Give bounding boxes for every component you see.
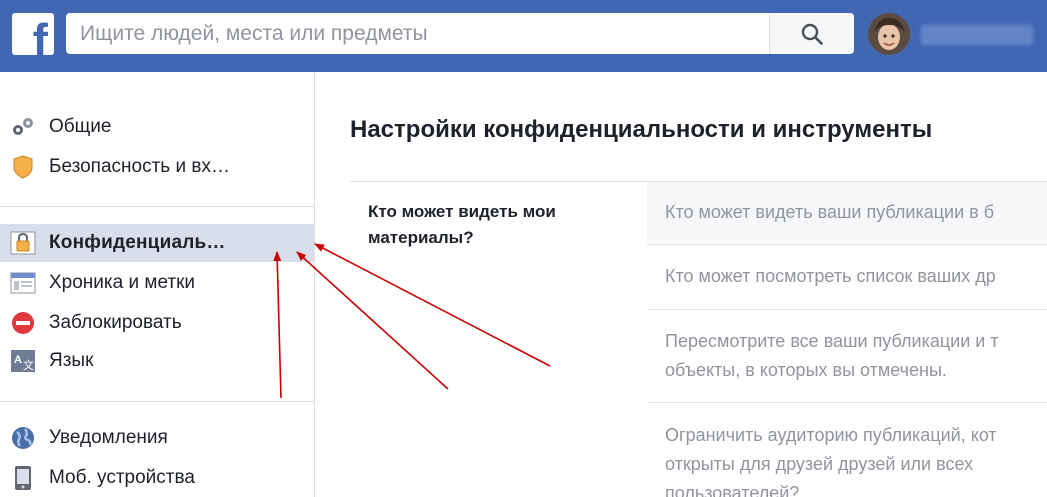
sidebar-item-blocking[interactable]: Заблокировать (0, 304, 314, 342)
sidebar-item-privacy[interactable]: Конфиденциаль… (0, 224, 314, 262)
phone-icon (10, 465, 36, 491)
timeline-icon (10, 270, 36, 296)
sidebar-item-mobile[interactable]: Моб. устройства (0, 459, 314, 497)
sidebar-item-security[interactable]: Безопасность и вх… (0, 148, 314, 186)
sidebar-item-label: Моб. устройства (49, 467, 195, 488)
lock-icon (10, 230, 36, 256)
gears-icon (10, 114, 36, 140)
search-icon (801, 23, 823, 45)
annotation-arrow (296, 251, 449, 390)
section-heading: Кто может видеть мои материалы? (368, 199, 598, 251)
section-heading-line: Кто может видеть мои (368, 202, 556, 221)
setting-row-text: открыты для друзей друзей или всех (665, 454, 974, 474)
sidebar-item-label: Язык (49, 350, 94, 371)
sidebar-item-label: Уведомления (49, 427, 168, 448)
profile-photo-icon (868, 13, 910, 55)
sidebar-item-notifications[interactable]: Уведомления (0, 419, 314, 457)
setting-row-review-posts[interactable]: Пересмотрите все ваши публикации и т объ… (647, 310, 1047, 402)
setting-row-text: объекты, в которых вы отмечены. (665, 360, 947, 380)
settings-sidebar: Общие Безопасность и вх… Конфиденциаль… (0, 72, 315, 497)
globe-icon (10, 425, 36, 451)
svg-text:A: A (14, 354, 22, 366)
username-redacted[interactable] (921, 25, 1033, 45)
sidebar-item-label: Заблокировать (49, 312, 182, 333)
sidebar-divider (0, 401, 314, 402)
sidebar-item-label: Безопасность и вх… (49, 156, 230, 177)
sidebar-divider (0, 206, 314, 207)
setting-row-who-can-see-posts[interactable]: Кто может видеть ваши публикации в б (647, 182, 1047, 244)
sidebar-item-label: Конфиденциаль… (49, 232, 226, 253)
facebook-logo[interactable]: f (12, 13, 54, 55)
block-icon (10, 310, 36, 336)
search-box (66, 13, 854, 54)
avatar[interactable] (868, 13, 910, 55)
facebook-logo-letter: f (32, 14, 48, 55)
sidebar-item-timeline[interactable]: Хроника и метки (0, 264, 314, 302)
sidebar-item-label: Общие (49, 116, 112, 137)
sidebar-item-label: Хроника и метки (49, 272, 196, 293)
setting-row-text: Пересмотрите все ваши публикации и т (665, 331, 999, 351)
setting-row-text: Ограничить аудиторию публикаций, кот (665, 425, 997, 445)
setting-row-friends-list[interactable]: Кто может посмотреть список ваших др (647, 245, 1047, 309)
search-input[interactable] (66, 13, 766, 54)
setting-row-text: пользователей? (665, 483, 800, 497)
shield-icon (10, 154, 36, 180)
annotation-arrow (314, 243, 551, 367)
setting-row-text: Кто может видеть ваши публикации в б (665, 202, 995, 222)
page-title: Настройки конфиденциальности и инструмен… (350, 116, 933, 143)
sidebar-item-general[interactable]: Общие (0, 108, 314, 146)
search-button[interactable] (769, 13, 854, 54)
setting-row-limit-audience[interactable]: Ограничить аудиторию публикаций, кот отк… (647, 403, 1047, 497)
language-icon: A 文 (10, 348, 36, 374)
setting-row-text: Кто может посмотреть список ваших др (665, 266, 996, 286)
sidebar-item-language[interactable]: A 文 Язык (0, 342, 314, 380)
section-heading-line: материалы? (368, 228, 474, 247)
top-navigation-bar: f (0, 0, 1047, 72)
svg-text:文: 文 (23, 358, 34, 372)
